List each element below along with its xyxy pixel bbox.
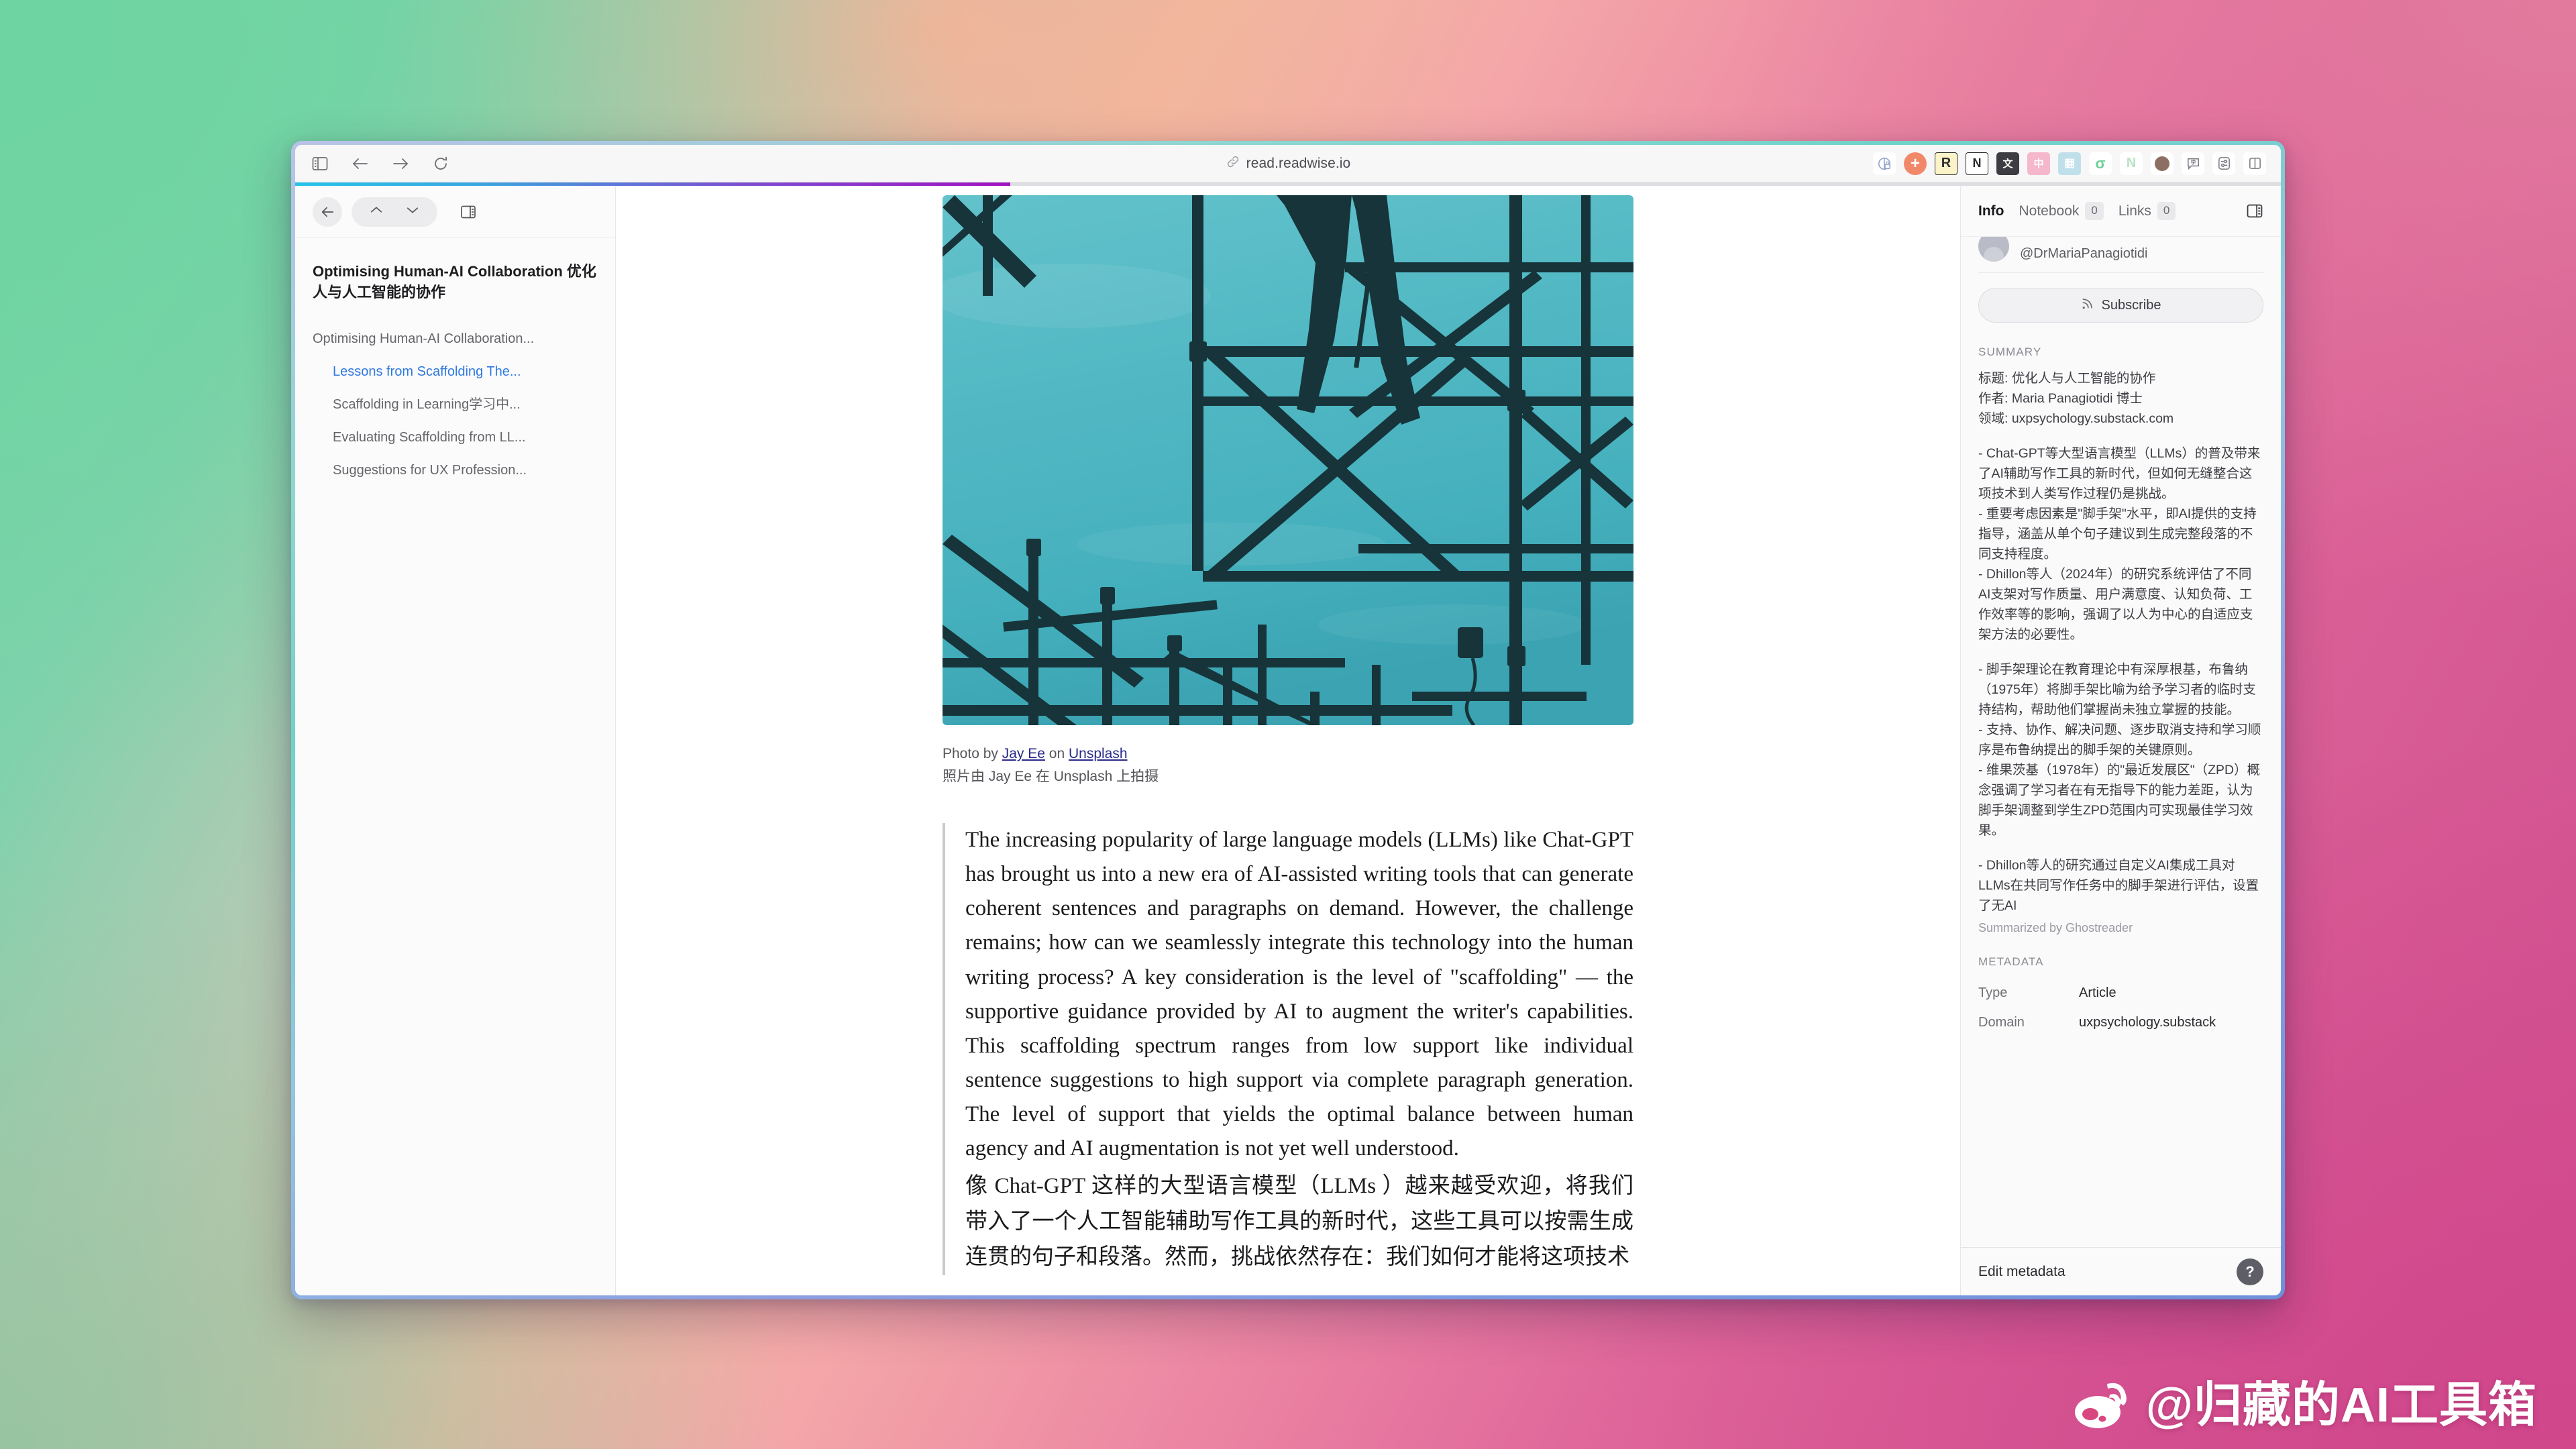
subscribe-button[interactable]: Subscribe xyxy=(1978,288,2263,323)
tracker-shield-icon[interactable] xyxy=(1873,152,1896,175)
settings-sliders-icon[interactable] xyxy=(2212,152,2235,175)
notion-icon[interactable]: N xyxy=(1966,152,1988,175)
weibo-logo-icon xyxy=(2072,1377,2134,1433)
article-paragraph-block: The increasing popularity of large langu… xyxy=(943,823,1633,1275)
article-hero-image xyxy=(943,195,1633,725)
n-outline-icon[interactable]: N xyxy=(2120,152,2143,175)
sidebar-item-0[interactable]: Optimising Human-AI Collaboration... xyxy=(313,323,598,356)
green-sigma-icon[interactable]: σ xyxy=(2089,152,2112,175)
metadata-value-type: Article xyxy=(2079,985,2116,1001)
avatar xyxy=(1978,237,2009,262)
metadata-value-domain: uxpsychology.substack xyxy=(2079,1015,2216,1030)
photo-credit: Photo by Jay Ee on Unsplash 照片由 Jay Ee 在… xyxy=(943,743,1633,788)
url-text: read.readwise.io xyxy=(1246,155,1351,171)
navigation-controls xyxy=(310,154,451,174)
summary-bullet-2: - 重要考虑因素是"脚手架"水平，即AI提供的支持指导，涵盖从单个句子建议到生成… xyxy=(1978,506,2257,562)
summary-bullet-7: - Dhillon等人的研究通过自定义AI集成工具对LLMs在共同写作任务中的脚… xyxy=(1978,858,2259,914)
summary-author-line: 作者: Maria Panagiotidi 博士 xyxy=(1978,391,2143,407)
rss-icon xyxy=(2081,297,2094,314)
back-arrow-icon[interactable] xyxy=(350,154,370,174)
svg-text:学: 学 xyxy=(2190,158,2196,165)
tab-info-label: Info xyxy=(1978,203,2004,219)
tab-links[interactable]: Links 0 xyxy=(2118,202,2176,220)
sidebar-item-1[interactable]: Lessons from Scaffolding The... xyxy=(313,356,598,388)
outline-toolbar xyxy=(295,186,615,238)
metadata-key-type: Type xyxy=(1978,985,2008,1001)
credit-author-link[interactable]: Jay Ee xyxy=(1002,746,1045,761)
sidebar-item-4[interactable]: Suggestions for UX Profession... xyxy=(313,454,598,487)
summary-bullet-3: - Dhillon等人（2024年）的研究系统评估了不同AI支架对写作质量、用户… xyxy=(1978,567,2253,643)
forward-arrow-icon[interactable] xyxy=(390,154,411,174)
summary-section-label: SUMMARY xyxy=(1978,345,2042,358)
browser-toolbar: read.readwise.io + R N 文 中 翻 σ N 学 xyxy=(295,145,2281,182)
sidebar-item-3[interactable]: Evaluating Scaffolding from LL... xyxy=(313,421,598,454)
summary-bullet-4: - 脚手架理论在教育理论中有深厚根基，布鲁纳（1975年）将脚手架比喻为给予学习… xyxy=(1978,662,2256,718)
author-row: @DrMariaPanagiotidi xyxy=(1978,237,2263,273)
help-button[interactable]: ? xyxy=(2237,1258,2263,1285)
info-panel-scroll[interactable]: @DrMariaPanagiotidi Subscribe SUMMARY 标题… xyxy=(1961,237,2281,1247)
info-tabs: Info Notebook 0 Links 0 xyxy=(1961,186,2281,237)
extension-icons: + R N 文 中 翻 σ N 学 xyxy=(1873,152,2266,175)
paragraph-chinese: 像 Chat-GPT 这样的大型语言模型（LLMs ）越来越受欢迎，将我们带入了… xyxy=(965,1174,1633,1270)
credit-prefix: Photo by xyxy=(943,746,1002,761)
outline-panel-toggle-icon[interactable] xyxy=(455,199,482,225)
article-content: Photo by Jay Ee on Unsplash 照片由 Jay Ee 在… xyxy=(943,195,1633,1275)
tab-notebook-label: Notebook xyxy=(2019,203,2080,219)
orange-plus-icon[interactable]: + xyxy=(1904,152,1927,175)
outline-prev-icon[interactable] xyxy=(370,205,383,218)
pink-translate-icon[interactable]: 中 xyxy=(2027,152,2050,175)
info-panel-toggle-icon[interactable] xyxy=(2246,203,2263,219)
summary-bullet-5: - 支持、协作、解决问题、逐步取消支持和学习顺序是布鲁纳提出的脚手架的关键原则。 xyxy=(1978,722,2261,758)
summary-bullet-6: - 维果茨基（1978年）的"最近发展区"（ZPD）概念强调了学习者在有无指导下… xyxy=(1978,763,2261,839)
desktop-background: read.readwise.io + R N 文 中 翻 σ N 学 Optim… xyxy=(0,0,2576,1449)
browser-window: read.readwise.io + R N 文 中 翻 σ N 学 Optim… xyxy=(291,141,2285,1299)
app-body: Optimising Human-AI Collaboration 优化人与人工… xyxy=(295,186,2281,1295)
watermark-handle: @归藏的AI工具箱 xyxy=(2145,1378,2537,1432)
metadata-section: METADATA Type Article Domain uxpsycholog… xyxy=(1978,955,2263,1037)
info-panel-footer: Edit metadata ? xyxy=(1961,1247,2281,1295)
readwise-icon[interactable]: R xyxy=(1935,152,1957,175)
credit-source-link[interactable]: Unsplash xyxy=(1069,746,1128,761)
outline-doc-title: Optimising Human-AI Collaboration 优化人与人工… xyxy=(313,263,596,301)
outline-back-button[interactable] xyxy=(313,197,342,227)
credit-mid: on xyxy=(1044,746,1069,761)
speech-bubble-icon[interactable]: 学 xyxy=(2182,152,2204,175)
metadata-row-domain: Domain uxpsychology.substack xyxy=(1978,1008,2263,1037)
subscribe-label: Subscribe xyxy=(2101,297,2161,313)
outline-next-icon[interactable] xyxy=(406,205,419,218)
tab-links-count: 0 xyxy=(2157,202,2176,220)
reload-icon[interactable] xyxy=(431,154,451,174)
dark-translate-icon[interactable]: 文 xyxy=(1996,152,2019,175)
metadata-section-label: METADATA xyxy=(1978,955,2044,969)
outline-list: Optimising Human-AI Collaboration 优化人与人工… xyxy=(295,238,615,487)
tab-notebook[interactable]: Notebook 0 xyxy=(2019,202,2104,220)
tab-info[interactable]: Info xyxy=(1978,203,2004,219)
metadata-row-type: Type Article xyxy=(1978,978,2263,1008)
sidebar-item-2[interactable]: Scaffolding in Learning学习中... xyxy=(313,388,598,421)
edit-metadata-button[interactable]: Edit metadata xyxy=(1978,1264,2065,1280)
avatar-extension-icon[interactable] xyxy=(2151,152,2174,175)
summary-domain-line: 领域: uxpsychology.substack.com xyxy=(1978,411,2174,427)
credit-chinese: 照片由 Jay Ee 在 Unsplash 上拍摄 xyxy=(943,769,1159,785)
article-reader: Photo by Jay Ee on Unsplash 照片由 Jay Ee 在… xyxy=(616,186,1960,1295)
weibo-watermark: @归藏的AI工具箱 xyxy=(2072,1377,2537,1433)
summary-bullet-1: - Chat-GPT等大型语言模型（LLMs）的普及带来了AI辅助写作工具的新时… xyxy=(1978,446,2261,502)
author-handle: @DrMariaPanagiotidi xyxy=(2020,246,2148,261)
tab-notebook-count: 0 xyxy=(2085,202,2104,220)
outline-sidebar: Optimising Human-AI Collaboration 优化人与人工… xyxy=(295,186,616,1295)
tab-links-label: Links xyxy=(2118,203,2151,219)
summary-credit: Summarized by Ghostreader xyxy=(1978,921,2133,935)
split-view-icon[interactable] xyxy=(2243,152,2266,175)
paragraph-english: The increasing popularity of large langu… xyxy=(965,828,1633,1161)
sidebar-toggle-icon[interactable] xyxy=(310,154,330,174)
outline-prev-next-group[interactable] xyxy=(352,197,437,227)
blue-translate-icon[interactable]: 翻 xyxy=(2058,152,2081,175)
metadata-key-domain: Domain xyxy=(1978,1015,2025,1030)
link-icon xyxy=(1226,154,1240,172)
summary-title-line: 标题: 优化人与人工智能的协作 xyxy=(1978,371,2156,386)
info-sidebar: Info Notebook 0 Links 0 @DrMariaPanagiot… xyxy=(1960,186,2281,1295)
